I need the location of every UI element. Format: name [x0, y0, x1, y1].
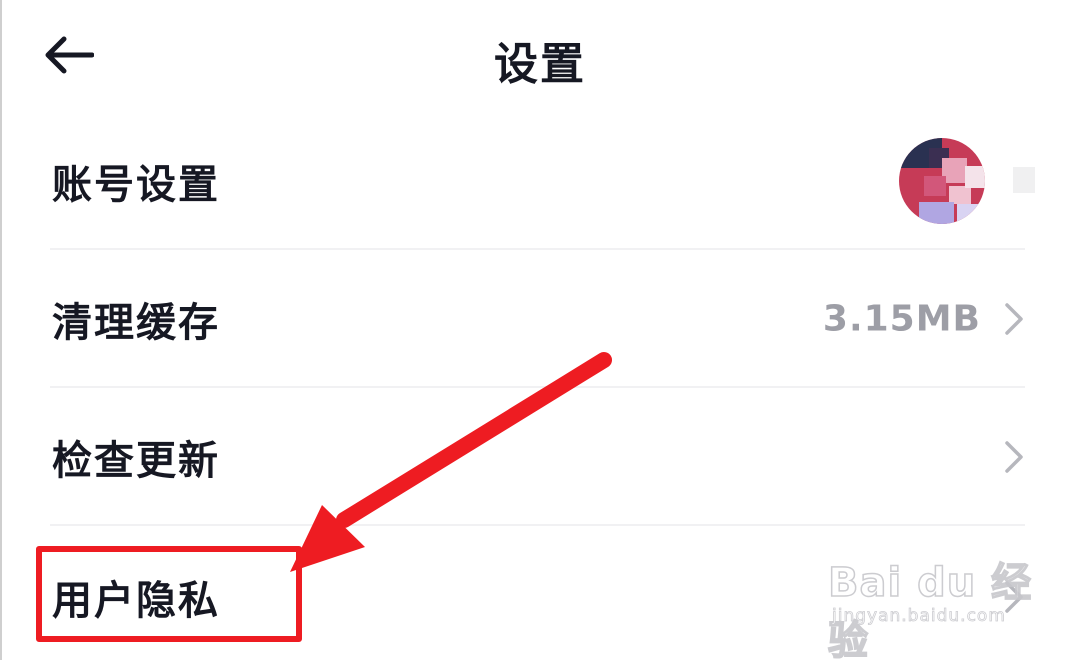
- annotation-arrow: [290, 352, 612, 572]
